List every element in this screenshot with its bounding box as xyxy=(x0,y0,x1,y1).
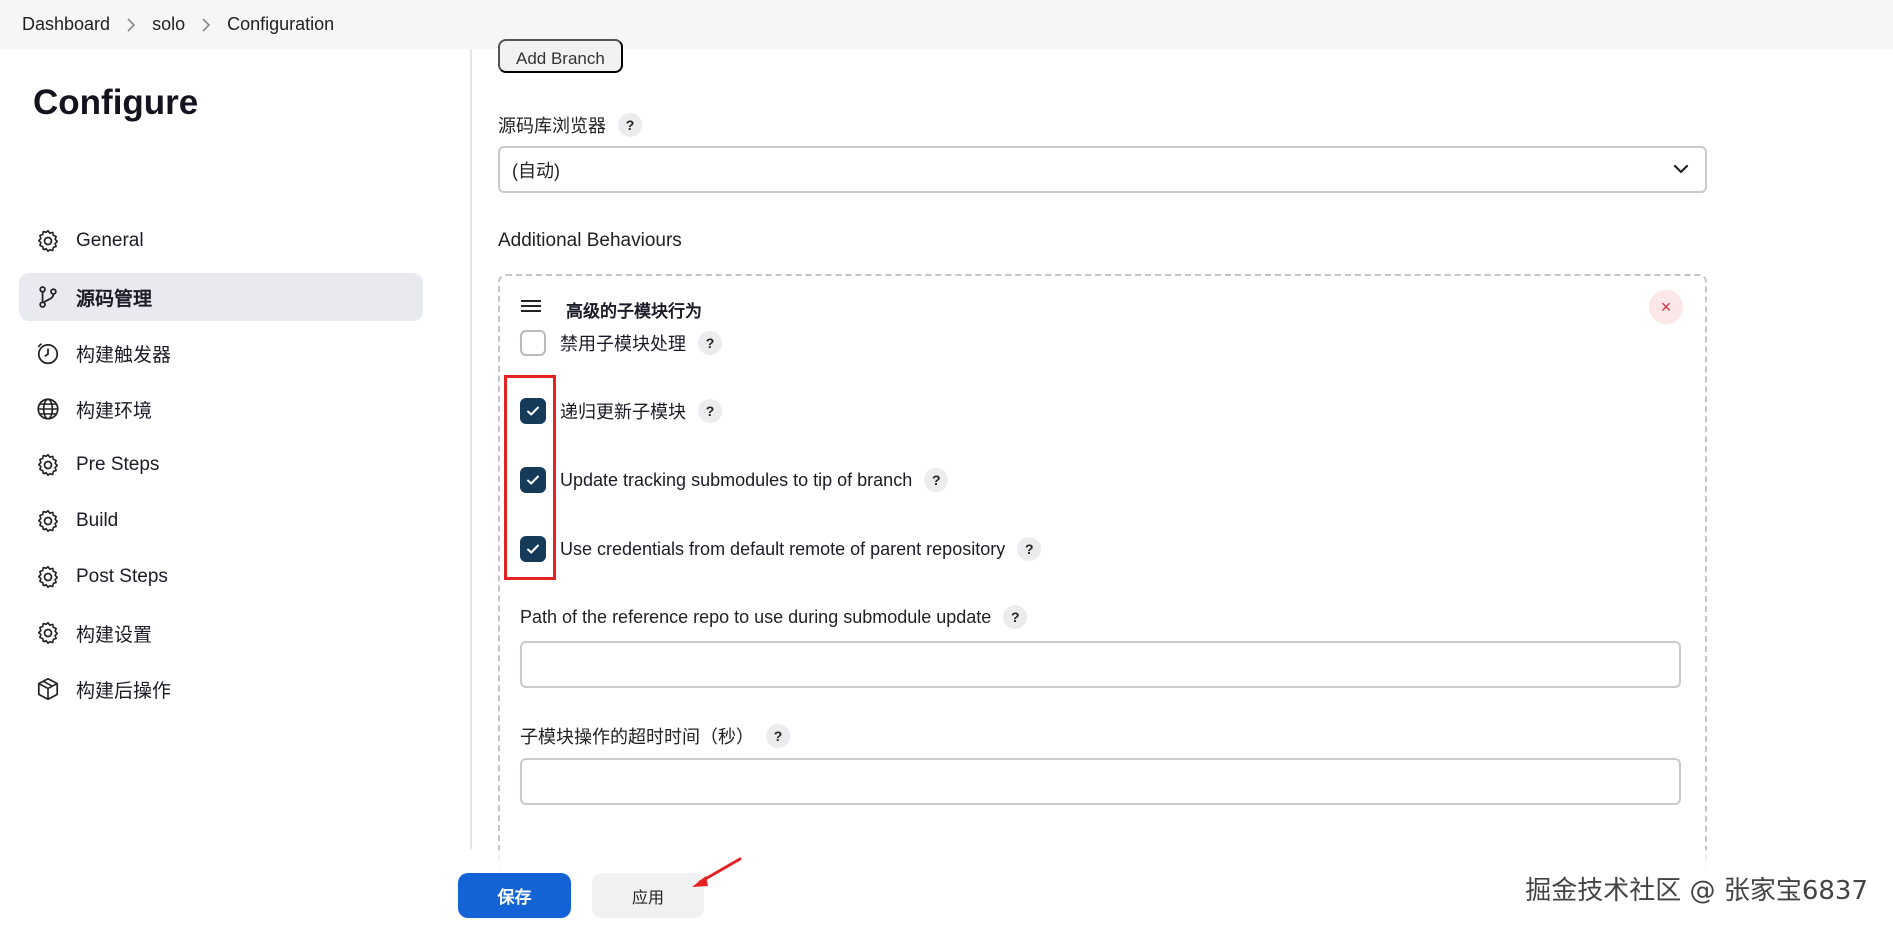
help-icon[interactable]: ? xyxy=(766,724,790,748)
behaviour-title: 高级的子模块行为 xyxy=(566,302,702,321)
option-parent-credentials: Use credentials from default remote of p… xyxy=(520,536,1042,562)
sidebar-item-label: Pre Steps xyxy=(76,454,160,475)
annotation-arrow-icon xyxy=(692,857,742,887)
sidebar-item-build-triggers[interactable]: 构建触发器 xyxy=(19,329,423,377)
breadcrumb-configuration[interactable]: Configuration xyxy=(227,14,334,35)
gear-icon xyxy=(34,619,62,647)
add-branch-button[interactable]: Add Branch xyxy=(498,39,623,73)
option-update-tracking: Update tracking submodules to tip of bra… xyxy=(520,467,949,493)
close-icon: × xyxy=(1660,296,1672,317)
reference-repo-input[interactable] xyxy=(520,641,1681,688)
repo-browser-selected-value: (自动) xyxy=(512,160,560,181)
repo-browser-label-text: 源码库浏览器 xyxy=(498,116,606,136)
help-icon[interactable]: ? xyxy=(698,331,722,355)
highlight-frame xyxy=(504,375,556,580)
breadcrumb: Dashboard solo Configuration xyxy=(0,0,1893,49)
help-icon[interactable]: ? xyxy=(698,399,722,423)
option-label: 禁用子模块处理 xyxy=(560,334,686,354)
chevron-down-icon xyxy=(1671,159,1691,184)
sidebar-item-post-steps[interactable]: Post Steps xyxy=(19,553,423,601)
repo-browser-select[interactable]: (自动) xyxy=(498,146,1707,193)
sidebar: Configure General 源码管理 构建触发器 构建环境 Pre St… xyxy=(0,49,470,926)
page-title: Configure xyxy=(33,83,199,122)
repo-browser-label: 源码库浏览器 ? xyxy=(498,112,642,138)
sidebar-item-general[interactable]: General xyxy=(19,217,423,265)
gear-icon xyxy=(34,507,62,535)
help-icon[interactable]: ? xyxy=(618,113,642,137)
submodule-behaviour-panel: 高级的子模块行为 × 禁用子模块处理 ? 递归更新子模块 ? Update tr… xyxy=(498,274,1707,926)
additional-behaviours-label: Additional Behaviours xyxy=(498,230,682,251)
sidebar-item-label: 构建设置 xyxy=(76,624,153,646)
sidebar-item-label: 源码管理 xyxy=(76,288,153,310)
sidebar-item-label: 构建环境 xyxy=(76,400,153,422)
reference-repo-label-text: Path of the reference repo to use during… xyxy=(520,606,992,627)
sidebar-nav: General 源码管理 构建触发器 构建环境 Pre Steps Build … xyxy=(19,217,423,721)
breadcrumb-solo[interactable]: solo xyxy=(152,14,185,35)
chevron-right-icon xyxy=(126,17,136,33)
help-icon[interactable]: ? xyxy=(1017,537,1042,561)
globe-icon xyxy=(34,395,62,423)
sidebar-item-label: 构建后操作 xyxy=(76,680,172,702)
gear-icon xyxy=(34,451,62,479)
sidebar-item-build[interactable]: Build xyxy=(19,497,423,545)
disable-submodules-checkbox[interactable] xyxy=(520,330,546,356)
remove-behaviour-button[interactable]: × xyxy=(1649,290,1683,324)
reference-repo-label: Path of the reference repo to use during… xyxy=(520,605,1028,629)
chevron-right-icon xyxy=(201,17,211,33)
sidebar-item-post-build-actions[interactable]: 构建后操作 xyxy=(19,665,423,713)
option-label: 递归更新子模块 xyxy=(560,402,686,422)
credit-watermark: 掘金技术社区 @ 张家宝6837 xyxy=(1525,876,1868,906)
sidebar-item-build-settings[interactable]: 构建设置 xyxy=(19,609,423,657)
timeout-label: 子模块操作的超时时间（秒） ? xyxy=(520,723,790,749)
option-label: Update tracking submodules to tip of bra… xyxy=(560,469,913,490)
gear-icon xyxy=(34,227,62,255)
sidebar-item-label: Build xyxy=(76,510,119,531)
sidebar-item-pre-steps[interactable]: Pre Steps xyxy=(19,441,423,489)
breadcrumb-dashboard[interactable]: Dashboard xyxy=(22,14,110,35)
drag-handle-icon[interactable] xyxy=(520,298,542,319)
package-icon xyxy=(34,675,62,703)
sidebar-item-label: 构建触发器 xyxy=(76,344,172,366)
timeout-input[interactable] xyxy=(520,758,1681,805)
help-icon[interactable]: ? xyxy=(924,468,949,492)
sidebar-item-label: General xyxy=(76,230,144,251)
timeout-label-text: 子模块操作的超时时间（秒） xyxy=(520,727,754,747)
branch-icon xyxy=(34,283,62,311)
sidebar-item-label: Post Steps xyxy=(76,566,168,587)
option-label: Use credentials from default remote of p… xyxy=(560,538,1006,559)
help-icon[interactable]: ? xyxy=(1003,605,1028,629)
option-disable-submodules: 禁用子模块处理 ? xyxy=(520,330,722,356)
gear-icon xyxy=(34,563,62,591)
sidebar-item-scm[interactable]: 源码管理 xyxy=(19,273,423,321)
save-button[interactable]: 保存 xyxy=(458,873,571,918)
main-content: Add Branch 源码库浏览器 ? (自动) Additional Beha… xyxy=(472,39,1893,926)
sidebar-item-build-environment[interactable]: 构建环境 xyxy=(19,385,423,433)
clock-icon xyxy=(34,339,62,367)
